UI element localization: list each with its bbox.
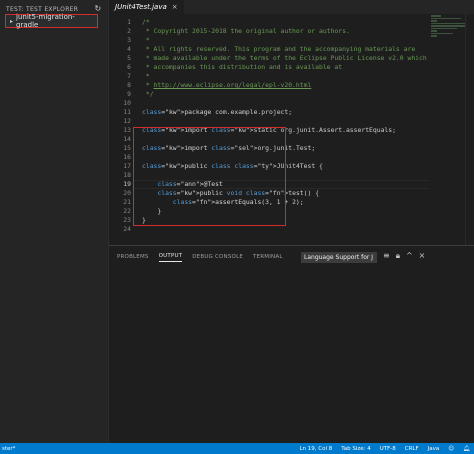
tab-problems[interactable]: PROBLEMS — [117, 254, 149, 260]
lock-scroll-icon[interactable]: 🔒︎ — [396, 251, 400, 261]
chevron-right-icon[interactable]: ▸ — [10, 18, 13, 25]
status-bar: ster* Ln 19, Col 8 Tab Size: 4 UTF-8 CRL… — [0, 443, 474, 454]
tab-terminal[interactable]: TERMINAL — [253, 254, 283, 260]
line-number: 21 — [123, 198, 131, 206]
close-icon[interactable]: × — [172, 3, 178, 11]
line-number: 19 — [123, 180, 131, 188]
line-number: 7 — [127, 72, 131, 80]
line-number: 17 — [123, 162, 131, 170]
line-text: * accompanies this distribution and is a… — [142, 63, 343, 71]
code-line[interactable]: 3 * — [109, 36, 429, 45]
code-line[interactable]: 12 — [109, 117, 429, 126]
code-line[interactable]: 9 */ — [109, 90, 429, 99]
maximize-panel-icon[interactable]: ^ — [406, 251, 413, 261]
line-text: * made available under the terms of the … — [142, 54, 427, 62]
line-number: 20 — [123, 189, 131, 197]
line-number: 18 — [123, 171, 131, 179]
line-number: 14 — [123, 135, 131, 143]
code-line[interactable]: 8 * http://www.eclipse.org/legal/epl-v20… — [109, 81, 429, 90]
test-tree-item-junit5-migration-gradle[interactable]: ▸ junit5-migration-gradle — [5, 13, 98, 29]
output-channel-value: Language Support for J — [304, 254, 374, 261]
smiley-icon[interactable]: ☺ — [448, 446, 454, 452]
status-branch[interactable]: ster* — [2, 446, 15, 452]
line-number: 3 — [127, 36, 131, 44]
highlight-box — [133, 127, 286, 226]
code-line[interactable]: 7 * — [109, 72, 429, 81]
close-panel-icon[interactable]: × — [419, 251, 426, 261]
code-line[interactable]: 24 — [109, 225, 429, 234]
bell-icon[interactable]: 🔔︎ — [463, 446, 470, 452]
status-cursor-position[interactable]: Ln 19, Col 8 — [299, 446, 332, 452]
refresh-icon[interactable]: ↻ — [94, 5, 102, 13]
line-number: 13 — [123, 126, 131, 134]
line-text: * — [142, 36, 150, 44]
line-text: /* — [142, 18, 150, 26]
editor-area: JUnit4Test.java × 1/* 2 * Copyright 2015-… — [109, 0, 474, 245]
line-number: 9 — [127, 90, 131, 98]
code-line[interactable]: 6 * accompanies this distribution and is… — [109, 63, 429, 72]
code-line[interactable]: 5 * made available under the terms of th… — [109, 54, 429, 63]
line-text: * http://www.eclipse.org/legal/epl-v20.h… — [142, 81, 312, 89]
code-line[interactable]: 2 * Copyright 2015-2018 the original aut… — [109, 27, 429, 36]
panel-actions: ≡ 🔒︎ ^ × — [383, 251, 425, 261]
line-number: 4 — [127, 45, 131, 53]
line-number: 1 — [127, 18, 131, 26]
status-eol[interactable]: CRLF — [405, 446, 419, 452]
line-text: * Copyright 2015-2018 the original autho… — [142, 27, 350, 35]
status-tab-size[interactable]: Tab Size: 4 — [341, 446, 370, 452]
code-line[interactable]: 10 — [109, 99, 429, 108]
code-line[interactable]: 4 * All rights reserved. This program an… — [109, 45, 429, 54]
tab-label: JUnit4Test.java — [115, 3, 167, 11]
vertical-scrollbar[interactable] — [465, 14, 474, 245]
line-number: 6 — [127, 63, 131, 71]
code-line[interactable]: 1 /* — [109, 18, 429, 27]
line-text: * — [142, 72, 150, 80]
output-channel-select[interactable]: Language Support for J — [301, 252, 377, 263]
test-explorer-title: TEST: TEST EXPLORER — [6, 5, 79, 13]
test-tree-item-label: junit5-migration-gradle — [16, 13, 75, 29]
code-line[interactable]: 11 class="kw">package com.example.project… — [109, 108, 429, 117]
tab-output[interactable]: OUTPUT — [158, 253, 183, 262]
clear-output-icon[interactable]: ≡ — [383, 251, 390, 261]
line-number: 15 — [123, 144, 131, 152]
bottom-panel: PROBLEMS OUTPUT DEBUG CONSOLE TERMINAL L… — [109, 245, 474, 444]
line-number: 12 — [123, 117, 131, 125]
line-text: * All rights reserved. This program and … — [142, 45, 416, 53]
line-number: 24 — [123, 225, 131, 233]
line-text: */ — [142, 90, 154, 98]
status-encoding[interactable]: UTF-8 — [380, 446, 396, 452]
line-number: 10 — [123, 99, 131, 107]
line-number: 11 — [123, 108, 131, 116]
line-number: 23 — [123, 216, 131, 224]
line-number: 2 — [127, 27, 131, 35]
minimap[interactable] — [431, 14, 467, 74]
line-text: class="kw">package com.example.project; — [142, 108, 293, 116]
editor-tabs: JUnit4Test.java × — [109, 0, 474, 14]
status-language[interactable]: Java — [428, 446, 440, 452]
tab-debug-console[interactable]: DEBUG CONSOLE — [192, 254, 243, 260]
line-number: 5 — [127, 54, 131, 62]
line-number: 22 — [123, 207, 131, 215]
tab-junit4test-java[interactable]: JUnit4Test.java × — [109, 0, 185, 14]
status-right-items: Ln 19, Col 8 Tab Size: 4 UTF-8 CRLF Java… — [299, 446, 470, 452]
line-number: 8 — [127, 81, 131, 89]
line-number: 16 — [123, 153, 131, 161]
test-explorer-sidebar: TEST: TEST EXPLORER ↻ ▸ junit5-migration… — [0, 0, 109, 443]
